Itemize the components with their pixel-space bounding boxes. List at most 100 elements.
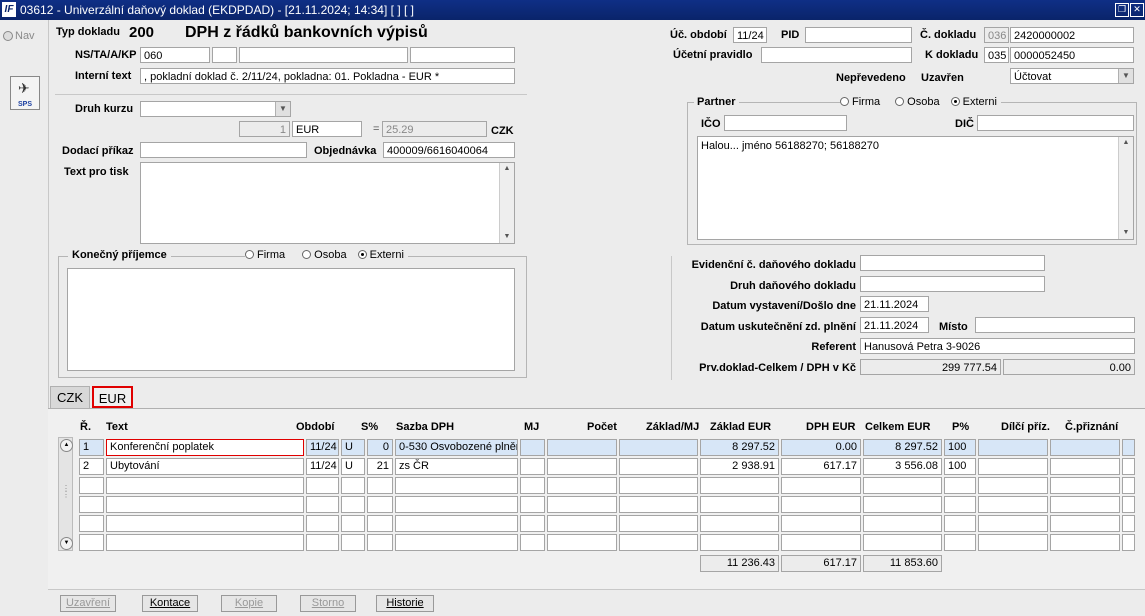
scroll-up-icon[interactable]: ▲ <box>1119 137 1133 149</box>
table-row-cell-empty[interactable] <box>395 496 518 513</box>
k-dokladu-field[interactable]: 0000052450 <box>1010 47 1134 63</box>
plneni-field[interactable]: 21.11.2024 <box>860 317 929 333</box>
table-row-cell-empty[interactable] <box>341 477 365 494</box>
kontace-button[interactable]: Kontace <box>142 595 198 612</box>
table-row-cell-empty[interactable] <box>700 515 779 532</box>
table-row-cell-empty[interactable] <box>341 515 365 532</box>
table-row-cell-empty[interactable] <box>619 477 698 494</box>
sps-button[interactable]: ✈ SPS <box>10 76 40 110</box>
tab-czk[interactable]: CZK <box>50 386 90 408</box>
uzavren-select[interactable]: Účtovat ▼ <box>1010 68 1134 84</box>
table-row-cell-empty[interactable] <box>367 477 393 494</box>
table-row-cell-pocet[interactable] <box>547 439 617 456</box>
table-row-cell-empty[interactable] <box>944 496 976 513</box>
table-row-cell-empty[interactable] <box>341 496 365 513</box>
prijemce-textarea[interactable] <box>67 268 515 371</box>
ico-field[interactable] <box>724 115 847 131</box>
table-row-cell-empty[interactable] <box>978 496 1048 513</box>
table-row-cell-empty[interactable] <box>1122 515 1135 532</box>
table-row-cell-obdobi[interactable]: 11/24 <box>306 458 339 475</box>
table-row-cell-obdobi[interactable]: 11/24 <box>306 439 339 456</box>
scroll-up-icon[interactable]: ▲ <box>60 439 73 452</box>
c-dokladu-field[interactable]: 2420000002 <box>1010 27 1134 43</box>
table-row-cell-empty[interactable] <box>1122 534 1135 551</box>
table-row-cell-text[interactable]: Ubytování <box>106 458 304 475</box>
table-row-cell-empty[interactable] <box>1050 496 1120 513</box>
table-row-cell-empty[interactable] <box>520 534 545 551</box>
table-row-cell-empty[interactable] <box>341 534 365 551</box>
table-row-cell-empty[interactable] <box>863 477 942 494</box>
scroll-up-icon[interactable]: ▲ <box>500 163 514 175</box>
scroll-down-icon[interactable]: ▼ <box>500 231 514 243</box>
ucetni-pravidlo-field[interactable] <box>761 47 912 63</box>
scroll-down-icon[interactable]: ▼ <box>1119 227 1133 239</box>
table-row-cell-dilci[interactable] <box>978 458 1048 475</box>
restore-icon[interactable]: ❐ <box>1115 3 1129 17</box>
table-row-cell-r[interactable]: 1 <box>79 439 104 456</box>
table-row-cell-empty[interactable] <box>547 515 617 532</box>
druh-dan-field[interactable] <box>860 276 1045 292</box>
table-row-cell-r[interactable]: 2 <box>79 458 104 475</box>
grip-icon[interactable]: ⋮ ⋮ <box>62 485 70 499</box>
table-row-cell-empty[interactable] <box>978 477 1048 494</box>
table-row-cell-pocet[interactable] <box>547 458 617 475</box>
table-row-cell-empty[interactable] <box>781 496 861 513</box>
partner-radio-osoba[interactable]: Osoba <box>895 96 940 108</box>
prijemce-radio-externi[interactable]: Externi <box>357 249 404 261</box>
table-row-cell-mj[interactable] <box>520 439 545 456</box>
table-row-cell-empty[interactable] <box>978 515 1048 532</box>
partner-textarea[interactable]: Halou... jméno 56188270; 56188270 ▲ ▼ <box>697 136 1134 240</box>
prijemce-radio-osoba[interactable]: Osoba <box>302 249 347 261</box>
kp-field[interactable] <box>410 47 515 63</box>
table-row-cell-celkem[interactable]: 3 556.08 <box>863 458 942 475</box>
table-row-cell-dph[interactable]: 0.00 <box>781 439 861 456</box>
table-row-cell-empty[interactable] <box>367 534 393 551</box>
table-row-cell-sazba[interactable]: zs ČR <box>395 458 518 475</box>
vystaveni-field[interactable]: 21.11.2024 <box>860 296 929 312</box>
table-row-cell-celkem[interactable]: 8 297.52 <box>863 439 942 456</box>
table-row-cell-text[interactable]: Konferenční poplatek <box>106 439 304 456</box>
dic-field[interactable] <box>977 115 1134 131</box>
table-row-cell-empty[interactable] <box>106 496 304 513</box>
table-row-cell-empty[interactable] <box>395 515 518 532</box>
table-row-cell-empty[interactable] <box>367 496 393 513</box>
table-row-cell-empty[interactable] <box>944 515 976 532</box>
table-row-cell-empty[interactable] <box>395 534 518 551</box>
table-row-cell-dilci[interactable] <box>978 439 1048 456</box>
table-row-cell-zaklad-mj[interactable] <box>619 458 698 475</box>
table-row-cell-extra[interactable] <box>1122 439 1135 456</box>
table-row-cell-empty[interactable] <box>520 477 545 494</box>
table-row-cell-empty[interactable] <box>944 534 976 551</box>
chevron-down-icon[interactable]: ▼ <box>1118 69 1133 83</box>
table-row-cell-empty[interactable] <box>619 496 698 513</box>
partner-radio-firma[interactable]: Firma <box>840 96 880 108</box>
prijemce-radio-firma[interactable]: Firma <box>245 249 285 261</box>
historie-button[interactable]: Historie <box>376 595 434 612</box>
table-row-cell-empty[interactable] <box>700 496 779 513</box>
table-row-cell-empty[interactable] <box>395 477 518 494</box>
evid-field[interactable] <box>860 255 1045 271</box>
table-row-cell-empty[interactable] <box>1050 477 1120 494</box>
uc-obdobi-field[interactable]: 11/24 <box>733 27 767 43</box>
table-row-cell-s[interactable]: 21 <box>367 458 393 475</box>
table-row-cell-empty[interactable] <box>863 496 942 513</box>
table-row-cell-empty[interactable] <box>306 477 339 494</box>
table-row-cell-empty[interactable] <box>79 515 104 532</box>
ta-field[interactable] <box>212 47 237 63</box>
table-row-cell-empty[interactable] <box>106 515 304 532</box>
table-row-cell-dph[interactable]: 617.17 <box>781 458 861 475</box>
table-row-cell-empty[interactable] <box>1122 477 1135 494</box>
table-row-cell-empty[interactable] <box>106 534 304 551</box>
table-row-cell-empty[interactable] <box>1122 496 1135 513</box>
table-row-cell-u[interactable]: U <box>341 439 365 456</box>
table-row-cell-empty[interactable] <box>700 477 779 494</box>
table-row-cell-empty[interactable] <box>79 534 104 551</box>
referent-field[interactable]: Hanusová Petra 3-9026 <box>860 338 1135 354</box>
table-row-cell-empty[interactable] <box>781 477 861 494</box>
table-row-cell-empty[interactable] <box>619 515 698 532</box>
table-row-cell-empty[interactable] <box>520 515 545 532</box>
table-row-cell-cpriznani[interactable] <box>1050 458 1120 475</box>
table-row-cell-sazba[interactable]: 0-530 Osvobozené plnění <box>395 439 518 456</box>
table-row-cell-empty[interactable] <box>79 496 104 513</box>
partner-radio-externi[interactable]: Externi <box>950 96 997 108</box>
